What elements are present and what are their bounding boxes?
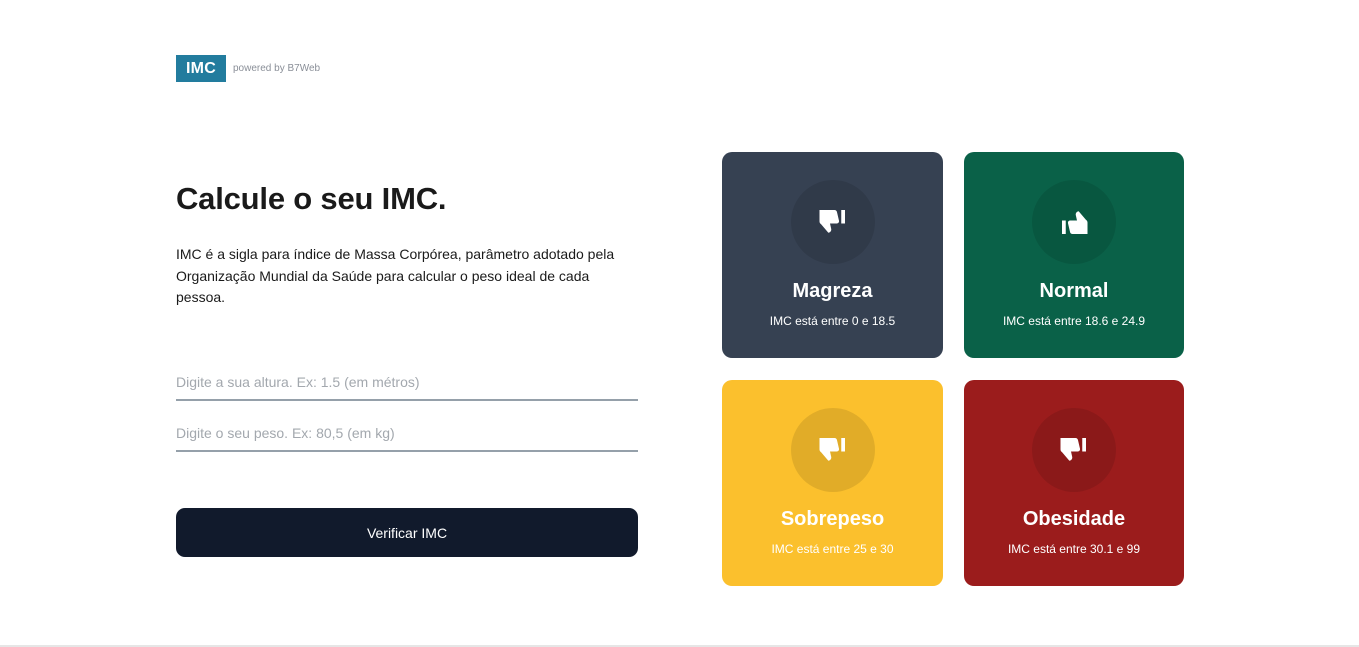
calculator-panel: Calcule o seu IMC. IMC é a sigla para ín… [176, 175, 638, 557]
card-title: Sobrepeso [780, 508, 885, 530]
card-magreza: Magreza IMC está entre 0 e 18.5 [722, 152, 943, 358]
powered-by-text: powered by B7Web [233, 63, 321, 74]
thumbs-down-icon [790, 180, 875, 264]
card-title: Obesidade [1022, 508, 1126, 530]
card-title: Magreza [792, 280, 873, 302]
height-input[interactable] [176, 365, 638, 401]
card-range: IMC está entre 30.1 e 99 [1007, 542, 1141, 556]
thumbs-down-icon [790, 408, 875, 492]
header: IMC powered by B7Web [176, 55, 320, 82]
imc-categories-grid: Magreza IMC está entre 0 e 18.5 Normal I… [722, 152, 1184, 586]
page-description: IMC é a sigla para índice de Massa Corpó… [176, 246, 615, 305]
imc-logo: IMC [176, 55, 226, 82]
card-title: Normal [1039, 280, 1109, 302]
card-obesidade: Obesidade IMC está entre 30.1 e 99 [964, 380, 1184, 586]
card-range: IMC está entre 0 e 18.5 [769, 314, 896, 328]
thumbs-up-icon [1032, 180, 1116, 264]
weight-input[interactable] [176, 416, 638, 452]
card-range: IMC está entre 25 e 30 [771, 542, 894, 556]
card-sobrepeso: Sobrepeso IMC está entre 25 e 30 [722, 380, 943, 586]
card-range: IMC está entre 18.6 e 24.9 [1002, 314, 1146, 328]
imc-page: IMC powered by B7Web Calcule o seu IMC. … [0, 0, 1359, 647]
card-normal: Normal IMC está entre 18.6 e 24.9 [964, 152, 1184, 358]
verify-imc-button[interactable]: Verificar IMC [176, 508, 638, 557]
page-title: Calcule o seu IMC. [176, 181, 447, 216]
thumbs-down-icon [1032, 408, 1116, 492]
